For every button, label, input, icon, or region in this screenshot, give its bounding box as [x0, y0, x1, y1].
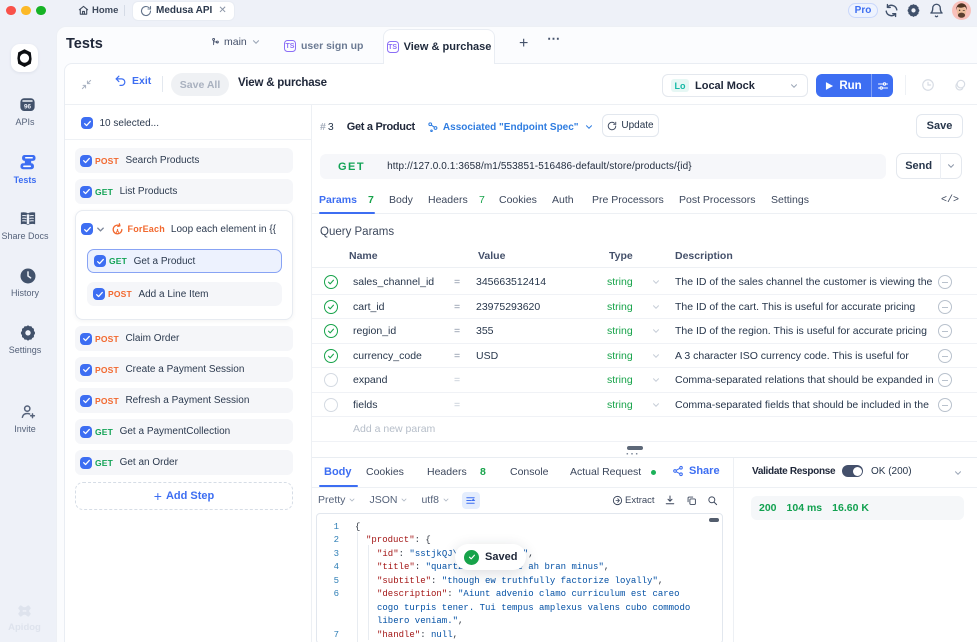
svg-text:96: 96: [24, 103, 32, 110]
